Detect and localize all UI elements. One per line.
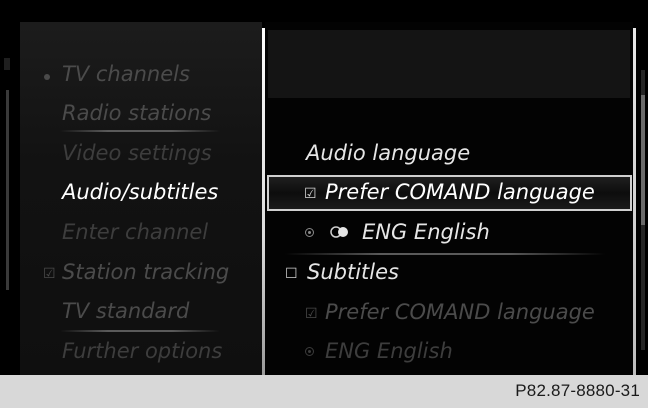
checkbox-checked-icon[interactable]: ☑: [304, 186, 317, 202]
subtitles-option[interactable]: Subtitles: [307, 258, 399, 286]
right-panel-edge: [633, 28, 636, 375]
scrollbar-thumb[interactable]: [641, 95, 645, 225]
checkbox-checked-icon: ☑: [305, 306, 318, 322]
caption-bar: P82.87-8880-31: [0, 375, 648, 408]
figure-code: P82.87-8880-31: [515, 381, 640, 400]
subtitle-language-option: ENG English: [325, 339, 453, 363]
language-toggle-icon: [330, 226, 348, 238]
menu-item-video-settings[interactable]: Video settings: [62, 139, 212, 167]
menu-item-tv-channels[interactable]: TV channels: [62, 60, 190, 88]
prefer-comand-language-option[interactable]: Prefer COMAND language: [325, 178, 595, 206]
separator: [60, 330, 220, 332]
section-title-audio-language: Audio language: [306, 141, 471, 165]
menu-item-tv-standard[interactable]: TV standard: [62, 297, 189, 325]
menu-item-station-tracking[interactable]: Station tracking: [62, 258, 229, 286]
menu-item-enter-channel[interactable]: Enter channel: [62, 218, 208, 246]
bezel-notch: [4, 58, 10, 70]
bezel-edge: [6, 90, 9, 290]
menu-item-radio-stations[interactable]: Radio stations: [62, 99, 211, 127]
checkbox-empty-icon[interactable]: ☐: [285, 266, 298, 282]
radio-icon[interactable]: [305, 228, 314, 237]
separator: [60, 130, 220, 132]
separator: [285, 253, 605, 255]
menu-item-audio-subtitles[interactable]: Audio/subtitles: [62, 178, 218, 206]
menu-item-further-options[interactable]: Further options: [62, 337, 222, 365]
checkbox-checked-icon: ☑: [43, 266, 56, 282]
bullet-icon: [44, 74, 50, 80]
radio-icon: [305, 347, 314, 356]
right-panel-header: [268, 30, 630, 98]
audio-language-option[interactable]: ENG English: [362, 218, 490, 246]
display-screen: TV channels Radio stations Video setting…: [0, 0, 648, 375]
prefer-comand-language-subtitles-option: Prefer COMAND language: [325, 300, 595, 324]
